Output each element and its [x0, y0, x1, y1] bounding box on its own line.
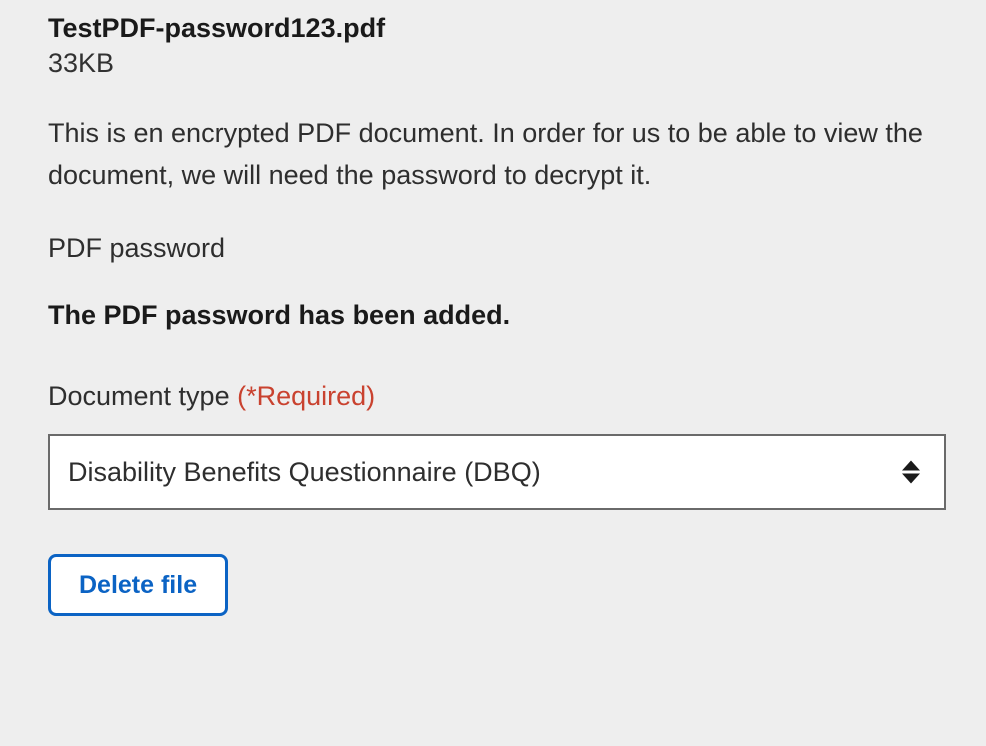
document-type-label: Document type (*Required)	[48, 381, 938, 412]
file-size: 33KB	[48, 48, 938, 79]
pdf-password-label: PDF password	[48, 233, 938, 264]
document-type-selected-value: Disability Benefits Questionnaire (DBQ)	[68, 457, 541, 488]
select-sort-icon	[902, 461, 920, 484]
required-indicator: (*Required)	[237, 381, 375, 411]
document-type-select[interactable]: Disability Benefits Questionnaire (DBQ)	[48, 434, 946, 510]
file-upload-card: TestPDF-password123.pdf 33KB This is en …	[0, 0, 986, 640]
file-name: TestPDF-password123.pdf	[48, 10, 938, 46]
encrypted-message: This is en encrypted PDF document. In or…	[48, 113, 928, 197]
delete-file-button[interactable]: Delete file	[48, 554, 228, 616]
document-type-label-text: Document type	[48, 381, 230, 411]
pdf-password-added-message: The PDF password has been added.	[48, 300, 938, 331]
